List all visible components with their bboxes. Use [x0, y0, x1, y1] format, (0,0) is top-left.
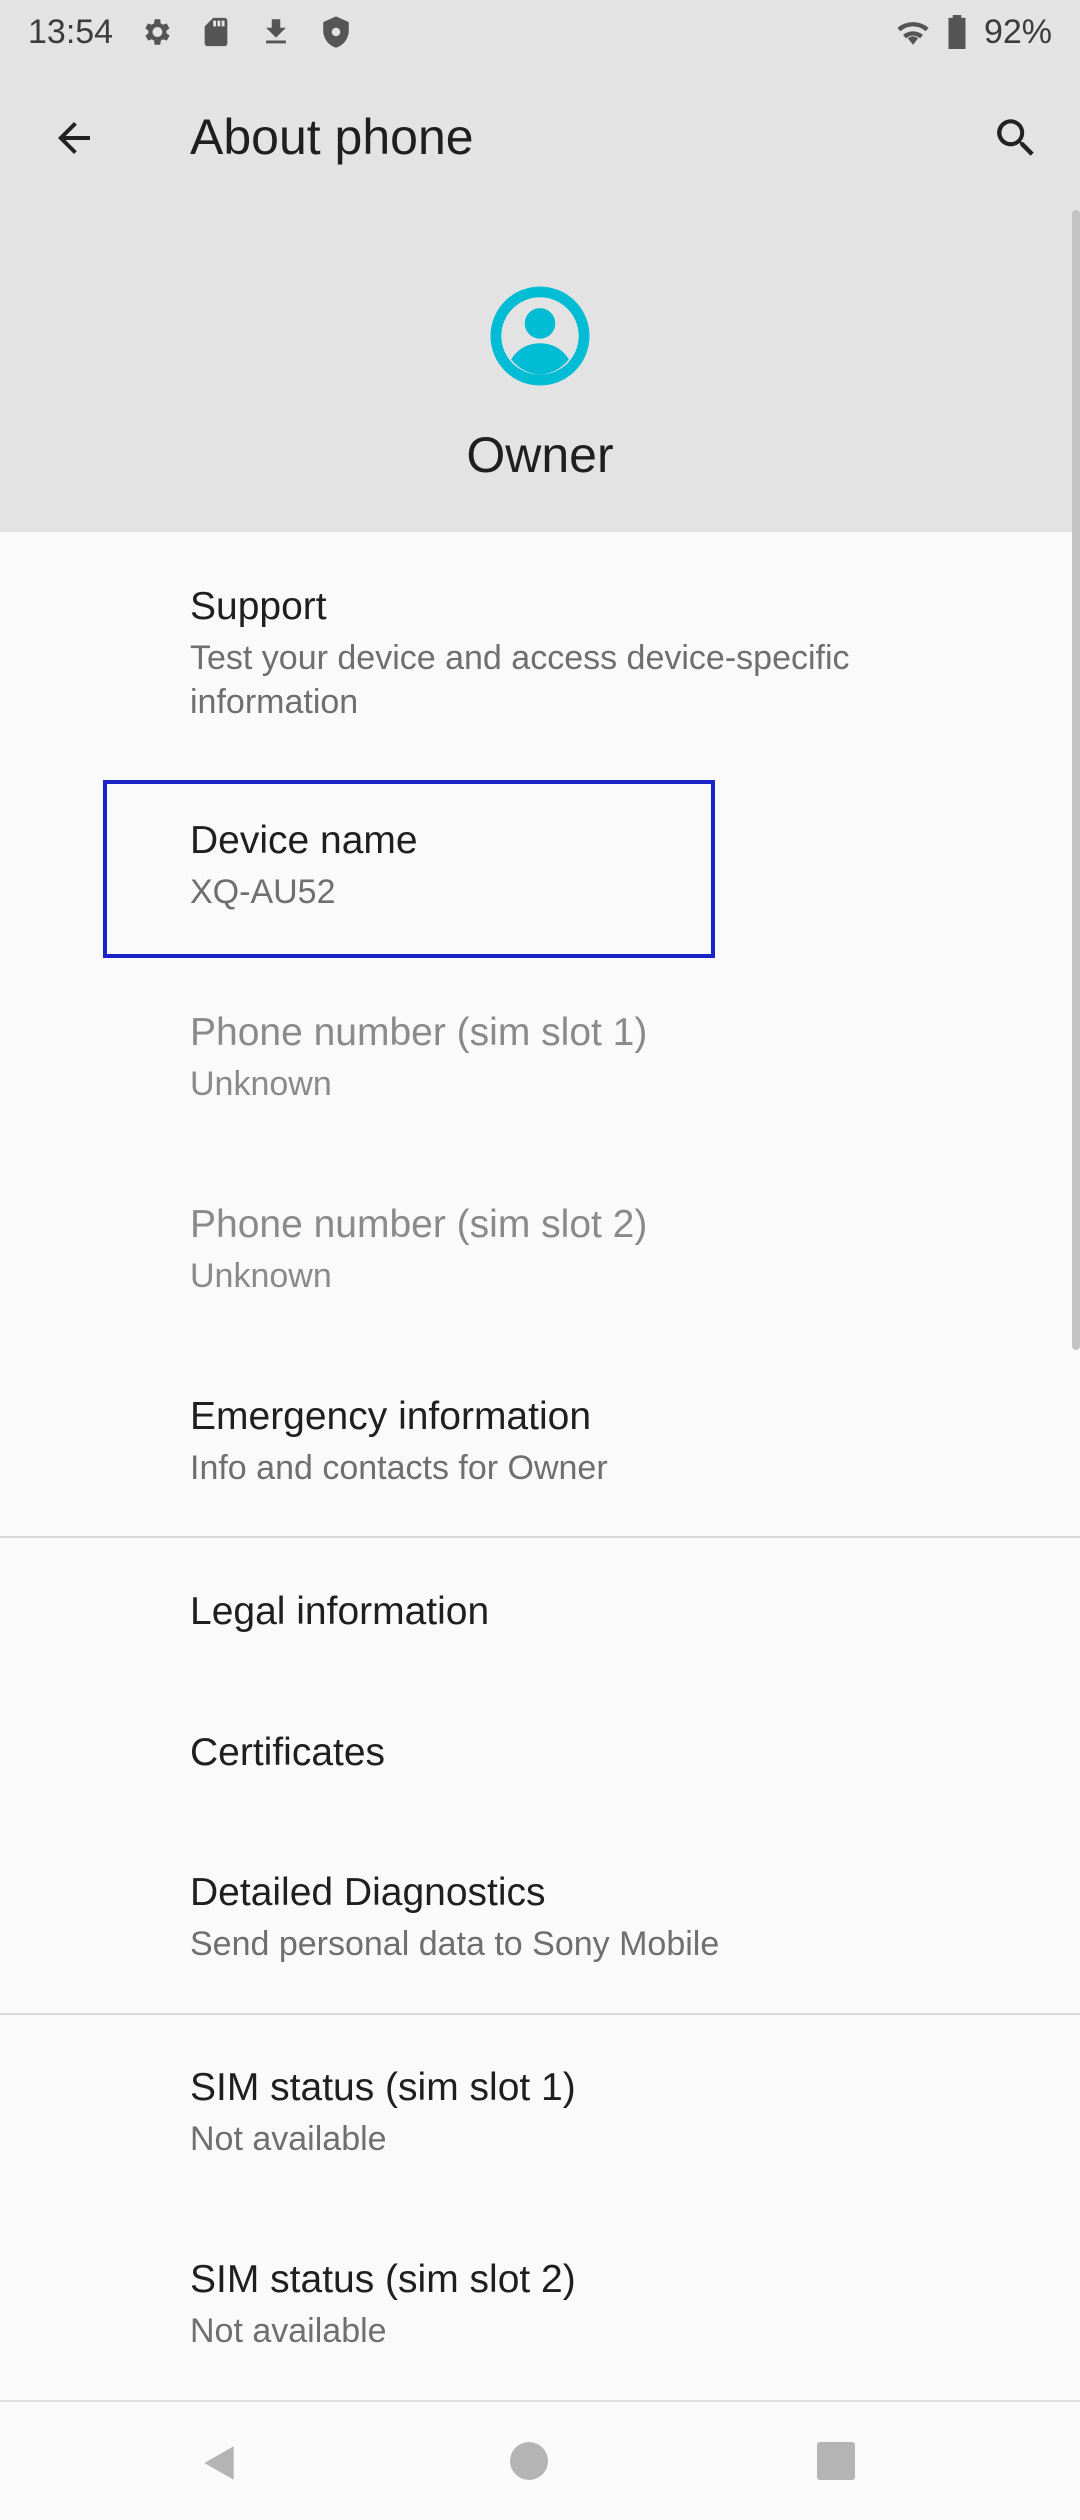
item-subtitle: Unknown [190, 1257, 332, 1295]
item-title: Phone number (sim slot 2) [190, 1203, 648, 1246]
list-item-emergency-information[interactable]: Emergency information Info and contacts … [0, 1392, 1080, 1490]
item-title: Certificates [190, 1731, 386, 1774]
item-subtitle: Not available [190, 2120, 387, 2158]
item-title: Emergency information [190, 1395, 592, 1438]
app-bar: About phone [0, 64, 1080, 212]
item-subtitle: Info and contacts for Owner [190, 1449, 608, 1487]
status-time: 13:54 [28, 12, 114, 51]
nav-recents-icon[interactable] [817, 2442, 855, 2480]
list-item-phone-number-slot-1: Phone number (sim slot 1) Unknown [0, 1008, 1080, 1106]
list-item-phone-number-slot-2: Phone number (sim slot 2) Unknown [0, 1200, 1080, 1298]
item-title: Legal information [190, 1590, 490, 1633]
sd-card-icon [199, 15, 233, 49]
shield-icon [319, 15, 353, 49]
selection-highlight [103, 780, 715, 958]
list-item-sim-status-slot-1[interactable]: SIM status (sim slot 1) Not available [0, 2063, 1080, 2161]
wifi-icon [896, 15, 930, 49]
back-button[interactable] [40, 104, 108, 172]
navigation-bar [0, 2400, 1080, 2520]
item-subtitle: Unknown [190, 1065, 332, 1103]
avatar[interactable] [486, 282, 594, 390]
item-subtitle: Test your device and access device-speci… [190, 639, 850, 721]
item-title: Detailed Diagnostics [190, 1871, 546, 1914]
battery-percent: 92% [983, 12, 1052, 51]
scrollbar[interactable] [1072, 210, 1080, 1350]
item-subtitle: Not available [190, 2312, 387, 2350]
item-title: Support [190, 585, 327, 628]
nav-home-icon[interactable] [510, 2442, 548, 2480]
download-icon [259, 15, 293, 49]
item-title: SIM status (sim slot 1) [190, 2066, 576, 2109]
battery-icon [946, 15, 968, 49]
divider [0, 1536, 1080, 1538]
search-button[interactable] [982, 104, 1050, 172]
list-item-certificates[interactable]: Certificates [0, 1728, 1080, 1778]
account-circle-icon [490, 286, 590, 386]
settings-icon [139, 15, 173, 49]
owner-header: Owner [0, 212, 1080, 532]
item-title: Phone number (sim slot 1) [190, 1011, 648, 1054]
list-item-legal-information[interactable]: Legal information [0, 1587, 1080, 1637]
divider [0, 2013, 1080, 2015]
search-icon [997, 119, 1034, 156]
list-item-detailed-diagnostics[interactable]: Detailed Diagnostics Send personal data … [0, 1868, 1080, 1966]
list-item-support[interactable]: Support Test your device and access devi… [0, 582, 1080, 724]
page-title: About phone [190, 109, 474, 165]
list-item-sim-status-slot-2[interactable]: SIM status (sim slot 2) Not available [0, 2255, 1080, 2353]
item-subtitle: Send personal data to Sony Mobile [190, 1925, 720, 1963]
item-title: SIM status (sim slot 2) [190, 2258, 576, 2301]
nav-back-icon[interactable] [198, 2442, 240, 2484]
owner-name: Owner [466, 427, 614, 483]
arrow-back-icon [58, 122, 90, 154]
status-bar: 13:54 92% [0, 0, 1080, 64]
